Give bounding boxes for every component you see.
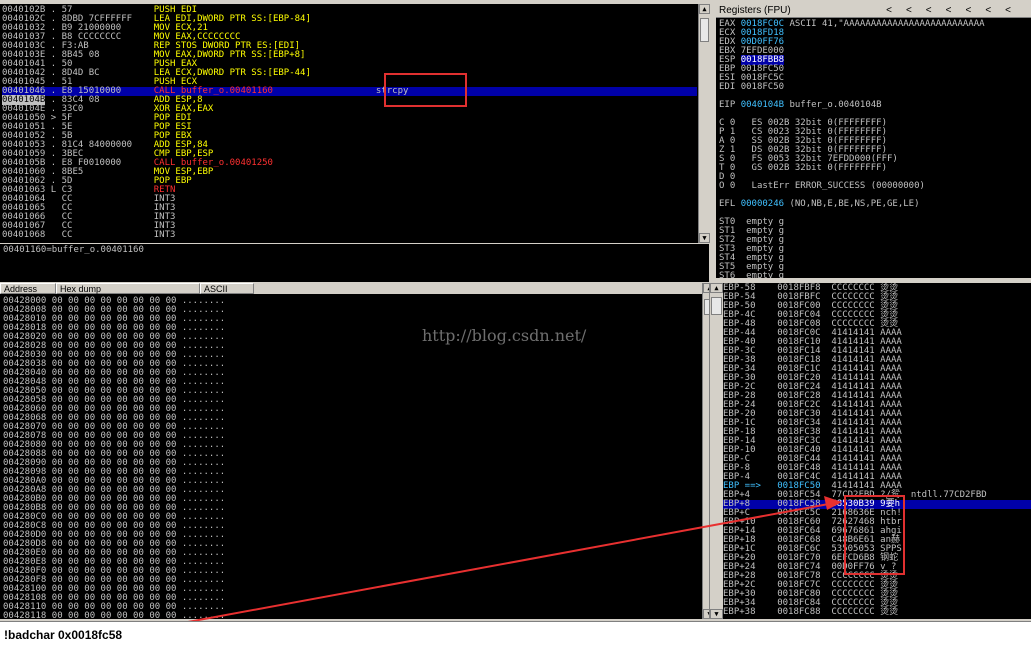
shellcode-highlight-box [844,495,905,575]
scroll-down-arrow-icon[interactable]: ▼ [699,233,710,243]
register-view-button[interactable]: < [1005,5,1025,16]
register-view-button[interactable]: < [926,5,946,16]
register-value[interactable]: 0040104B [741,100,784,110]
register-row[interactable]: T 0 GS 002B 32bit 0(FFFFFFFF) [719,164,985,173]
dump-ascii: ........ [181,611,226,620]
disassembly-scrollbar[interactable]: ▲ ▼ [698,4,710,243]
dump-header-ascii[interactable]: ASCII [200,283,254,294]
register-name: EIP [719,100,741,110]
register-value[interactable]: 0018FC50 [741,82,784,92]
register-name: ST6 [719,271,741,279]
register-view-button[interactable]: < [985,5,1005,16]
register-list[interactable]: EAX 0018FC0C ASCII 41,"AAAAAAAAAAAAAAAAA… [719,19,985,279]
scroll-thumb[interactable] [700,18,709,42]
register-value[interactable]: 00000246 [741,199,784,209]
disassembly-pane[interactable]: 0040102B . 57 PUSH EDI 0040102C . 8DBD 7… [0,4,698,243]
registers-pane[interactable]: EAX 0018FC0C ASCII 41,"AAAAAAAAAAAAAAAAA… [716,18,1031,278]
register-detail: empty g [740,271,785,279]
register-view-button[interactable]: < [886,5,906,16]
register-row[interactable]: EDI 0018FC50 [719,83,985,92]
dump-header: Address Hex dump ASCII [0,283,702,294]
disassembly-info-pane: 00401160=buffer_o.00401160 [0,244,709,282]
register-detail: LastErr ERROR_SUCCESS (00000000) [740,181,925,191]
register-row[interactable]: EIP 0040104B buffer_o.0040104B [719,101,985,110]
stack-row[interactable]: EBP+38 0018FC88 CCCCCCCC 烫烫 [722,608,1031,617]
register-row[interactable]: ST6 empty g [719,271,985,279]
register-view-button[interactable]: < [906,5,926,16]
scroll-up-arrow-icon[interactable]: ▲ [710,283,723,293]
info-text: 00401160=buffer_o.00401160 [3,245,144,255]
dump-row[interactable]: 00428118 00 00 00 00 00 00 00 00 .......… [3,611,226,620]
register-view-button[interactable]: < [946,5,966,16]
dump-pane[interactable]: Address Hex dump ASCII 00428000 00 00 00… [0,283,702,619]
register-detail: buffer_o.0040104B [784,100,882,110]
disasm-address: 00401068 [2,230,46,240]
stack-scrollbar[interactable]: ▲ ▼ [709,283,723,619]
dump-address: 00428118 [3,611,52,620]
scroll-up-arrow-icon[interactable]: ▲ [699,4,710,14]
dump-listing[interactable]: 00428000 00 00 00 00 00 00 00 00 .......… [3,297,226,620]
registers-title: Registers (FPU) [719,5,791,16]
disassembly-listing[interactable]: 0040102B . 57 PUSH EDI 0040102C . 8DBD 7… [2,6,697,240]
watermark: http://blog.csdn.net/ [422,326,587,345]
disasm-mark [45,230,61,240]
register-detail: (NO,NB,E,BE,NS,PE,GE,LE) [784,199,920,209]
register-name: O 0 [719,181,741,191]
command-input[interactable]: !badchar 0x0018fc58 [4,627,122,643]
register-name: EFL [719,199,741,209]
stack-offset: EBP+38 [723,607,778,617]
stack-address: 0018FC88 [777,607,832,617]
stack-value: CCCCCCCC [831,607,881,617]
disasm-hex: CC [61,230,154,240]
disasm-instruction: INT3 [153,230,376,240]
register-detail: ASCII 41,"AAAAAAAAAAAAAAAAAAAAAAAAAA [784,19,985,29]
register-name: EDI [719,82,741,92]
register-row[interactable]: EFL 00000246 (NO,NB,E,BE,NS,PE,GE,LE) [719,200,985,209]
dump-hex: 00 00 00 00 00 00 00 00 [51,611,182,620]
dump-header-address[interactable]: Address [0,283,56,294]
strcpy-highlight-box [384,73,467,107]
scroll-down-arrow-icon[interactable]: ▼ [710,609,723,619]
registers-titlebar[interactable]: Registers (FPU) <<<<<<< [716,4,1031,18]
register-row[interactable]: O 0 LastErr ERROR_SUCCESS (00000000) [719,182,985,191]
register-view-buttons[interactable]: <<<<<<< [886,4,1025,17]
dump-header-hex[interactable]: Hex dump [56,283,200,294]
disasm-row[interactable]: 00401068 CC INT3 [2,231,697,240]
scroll-thumb[interactable] [711,297,722,315]
stack-comment: 烫烫 [880,607,899,617]
register-detail: GS 002B 32bit 0(FFFFFFFF) [740,163,887,173]
register-view-button[interactable]: < [965,5,985,16]
command-bar[interactable]: !badchar 0x0018fc58 [0,621,1031,650]
